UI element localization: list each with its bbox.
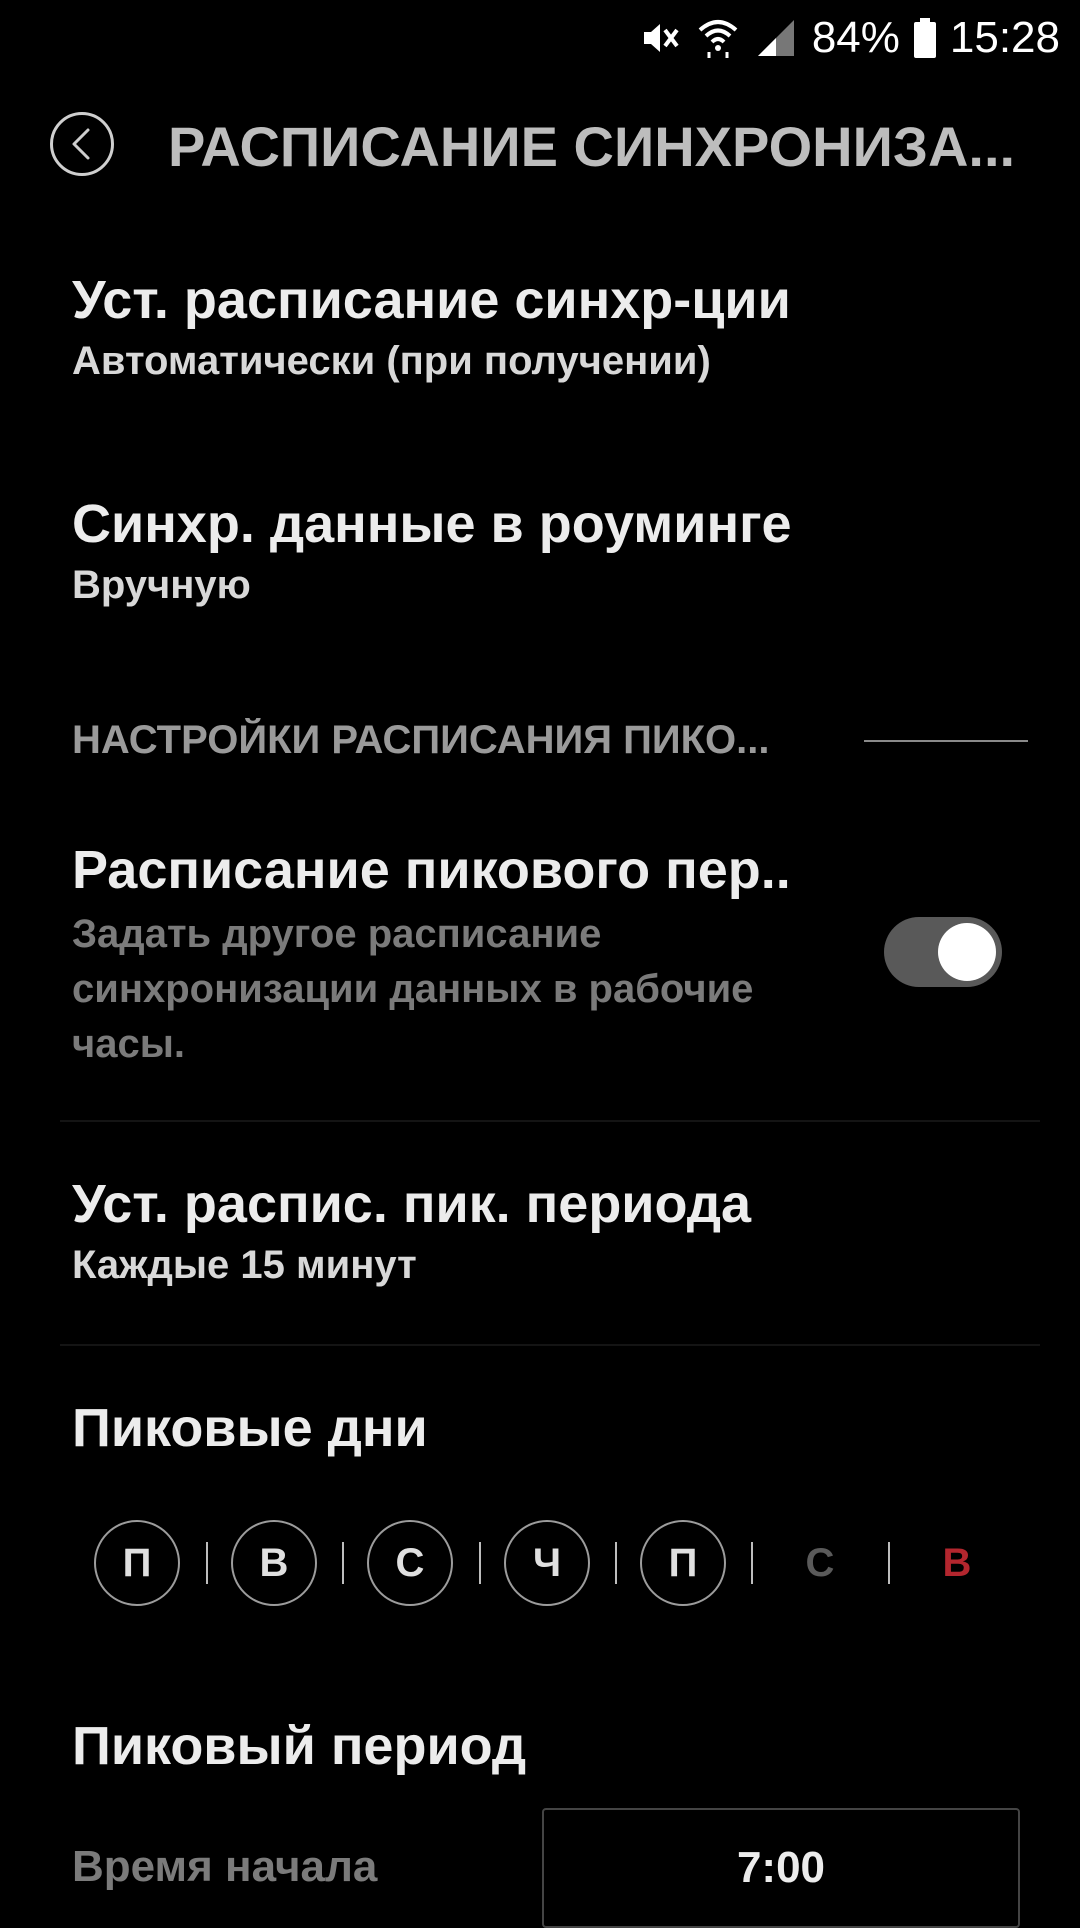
- peak-schedule-item[interactable]: Расписание пикового пер.. Задать другое …: [72, 838, 860, 1072]
- section-title: НАСТРОЙКИ РАСПИСАНИЯ ПИКО...: [72, 718, 770, 762]
- wifi-icon: [696, 16, 740, 60]
- peak-period-header: Пиковый период: [72, 1714, 1024, 1779]
- peak-schedule-description: Задать другое расписание синхронизации д…: [72, 911, 754, 1067]
- peak-schedule-title: Расписание пикового пер..: [72, 840, 791, 900]
- status-bar: 84% 15:28: [0, 0, 1080, 76]
- peak-sync-item[interactable]: Уст. распис. пик. периода Каждые 15 мину…: [72, 1172, 1024, 1288]
- roaming-sync-title: Синхр. данные в роуминге: [72, 494, 792, 554]
- peak-days-title: Пиковые дни: [72, 1398, 428, 1458]
- peak-sync-value: Каждые 15 минут: [72, 1242, 417, 1287]
- start-time-label: Время начала: [72, 1842, 378, 1891]
- day-separator: [615, 1542, 617, 1584]
- start-time-field[interactable]: 7:00: [542, 1808, 1020, 1928]
- day-separator: [342, 1542, 344, 1584]
- day-separator: [888, 1542, 890, 1584]
- day-separator: [206, 1542, 208, 1584]
- day-separator: [751, 1542, 753, 1584]
- peak-sync-title: Уст. распис. пик. периода: [72, 1174, 752, 1234]
- day-monday[interactable]: П: [94, 1520, 180, 1606]
- page-title: РАСПИСАНИЕ СИНХРОНИЗА...: [168, 115, 1016, 178]
- day-friday[interactable]: П: [640, 1520, 726, 1606]
- day-tuesday[interactable]: В: [231, 1520, 317, 1606]
- roaming-sync-item[interactable]: Синхр. данные в роуминге Вручную: [72, 492, 1024, 608]
- peak-period-title: Пиковый период: [72, 1716, 527, 1776]
- chevron-left-icon: [72, 128, 90, 160]
- roaming-sync-value: Вручную: [72, 562, 251, 607]
- peak-days-header: Пиковые дни: [72, 1396, 1024, 1461]
- mute-vibrate-icon: [638, 16, 682, 60]
- battery-percent: 84%: [811, 13, 900, 62]
- day-thursday[interactable]: Ч: [504, 1520, 590, 1606]
- battery-icon: [913, 18, 936, 58]
- signal-icon: [754, 16, 798, 60]
- sync-schedule-title: Уст. расписание синхр-ции: [72, 270, 791, 330]
- toggle-knob: [938, 923, 996, 981]
- divider: [60, 1120, 1040, 1122]
- day-saturday[interactable]: С: [777, 1520, 863, 1606]
- sync-schedule-value: Автоматически (при получении): [72, 338, 711, 383]
- divider: [60, 1344, 1040, 1346]
- day-sunday[interactable]: В: [914, 1520, 1000, 1606]
- peak-days-selector: П В С Ч П С В: [94, 1520, 1006, 1608]
- app-header: РАСПИСАНИЕ СИНХРОНИЗА...: [0, 100, 1080, 192]
- section-divider: [864, 739, 1028, 742]
- peak-schedule-toggle[interactable]: [884, 917, 1002, 987]
- day-separator: [479, 1542, 481, 1584]
- sync-schedule-item[interactable]: Уст. расписание синхр-ции Автоматически …: [72, 268, 1024, 384]
- clock: 15:28: [949, 13, 1060, 62]
- back-button[interactable]: [50, 112, 114, 176]
- peak-settings-section: НАСТРОЙКИ РАСПИСАНИЯ ПИКО...: [72, 718, 1028, 763]
- day-wednesday[interactable]: С: [367, 1520, 453, 1606]
